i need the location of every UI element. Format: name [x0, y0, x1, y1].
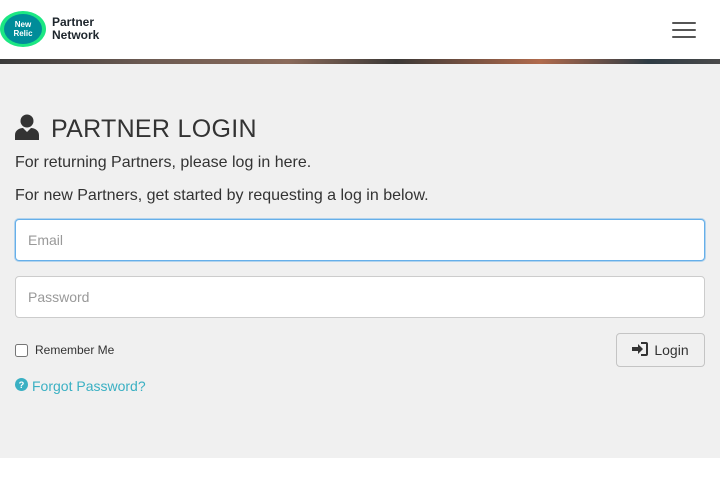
login-button[interactable]: Login: [616, 333, 705, 367]
remember-me-label[interactable]: Remember Me: [35, 343, 114, 357]
hamburger-bar: [672, 29, 696, 31]
site-header: New Relic Partner Network: [0, 0, 720, 60]
remember-me-checkbox[interactable]: [15, 343, 28, 357]
question-circle-icon: ?: [15, 378, 28, 394]
remember-me-row: Remember Me: [15, 343, 114, 357]
logo-line2: Network: [52, 28, 100, 42]
hamburger-menu-icon[interactable]: [672, 22, 696, 38]
password-field[interactable]: [15, 276, 705, 318]
user-icon: [15, 114, 39, 145]
login-button-label: Login: [654, 342, 689, 358]
intro-new-text: For new Partners, get started by request…: [15, 187, 429, 204]
badge-line1: New: [15, 20, 32, 29]
hamburger-bar: [672, 22, 696, 24]
login-panel: PARTNER LOGIN For returning Partners, pl…: [0, 64, 720, 458]
new-relic-badge: New Relic: [0, 11, 47, 47]
badge-line2: Relic: [13, 29, 33, 38]
new-relic-partner-network-logo[interactable]: New Relic Partner Network: [0, 11, 99, 47]
sign-in-icon: [632, 341, 649, 359]
login-heading: PARTNER LOGIN: [15, 114, 257, 145]
logo-wordmark: Partner Network: [52, 16, 99, 42]
email-field[interactable]: [15, 219, 705, 261]
page-title: PARTNER LOGIN: [51, 115, 257, 143]
forgot-password-label: Forgot Password?: [32, 378, 146, 394]
hamburger-bar: [672, 36, 696, 38]
svg-text:?: ?: [19, 380, 25, 390]
intro-returning-text: For returning Partners, please log in he…: [15, 154, 312, 171]
forgot-password-link[interactable]: ? Forgot Password?: [15, 378, 146, 394]
